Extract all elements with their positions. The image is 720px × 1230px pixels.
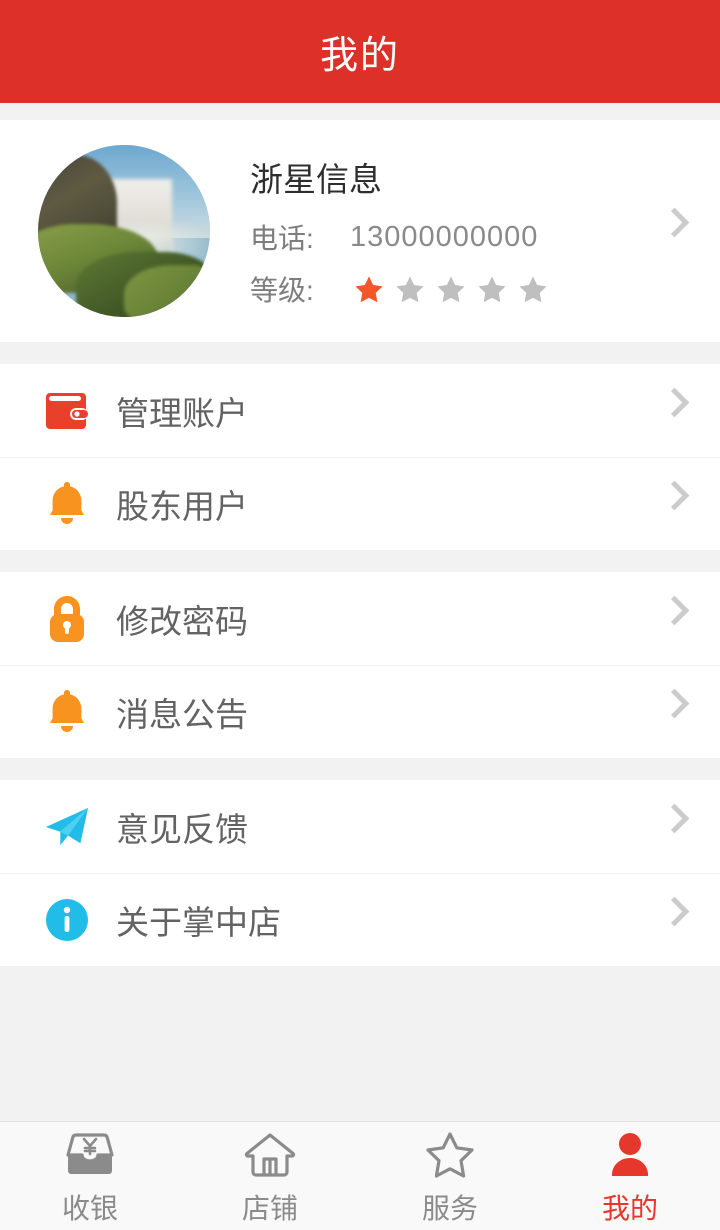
menu-row-change-password[interactable]: 修改密码 xyxy=(0,572,720,665)
menu-row-message-notice[interactable]: 消息公告 xyxy=(0,665,720,758)
bottom-nav: 收银 店铺 服务 我的 xyxy=(0,1121,720,1230)
phone-value: 13000000000 xyxy=(350,220,539,253)
nav-item-label: 收银 xyxy=(61,1192,118,1224)
section-gap xyxy=(0,758,720,780)
menu-row-label: 管理账户 xyxy=(116,394,248,432)
menu-row-label: 关于掌中店 xyxy=(116,903,281,941)
profile-name: 浙星信息 xyxy=(250,161,382,198)
menu-row-label: 消息公告 xyxy=(116,695,248,733)
menu-row-feedback[interactable]: 意见反馈 xyxy=(0,780,720,873)
section-gap xyxy=(0,342,720,364)
star-outline-icon xyxy=(425,1130,475,1180)
lock-icon xyxy=(44,593,90,645)
menu-row-label: 股东用户 xyxy=(116,487,248,525)
chevron-right-icon xyxy=(659,803,690,846)
nav-item-label: 店铺 xyxy=(241,1192,298,1224)
chevron-right-icon xyxy=(659,896,690,939)
profile-row[interactable]: 浙星信息 电话: 13000000000 等级: xyxy=(0,120,720,342)
wallet-icon xyxy=(44,385,90,437)
menu-row-about-app[interactable]: 关于掌中店 xyxy=(0,873,720,966)
level-label: 等级: xyxy=(250,275,314,306)
content-area: 浙星信息 电话: 13000000000 等级: 管理账户 股东用户 修改密码 … xyxy=(0,103,720,1121)
chevron-right-icon xyxy=(659,688,690,731)
paper-plane-icon xyxy=(44,801,90,853)
profile-info: 浙星信息 电话: 13000000000 等级: xyxy=(250,153,664,309)
menu-row-label: 修改密码 xyxy=(116,602,248,640)
nav-item-label: 服务 xyxy=(421,1192,478,1224)
chevron-right-icon xyxy=(659,387,690,430)
nav-item-service[interactable]: 服务 xyxy=(360,1122,540,1230)
chevron-right-icon xyxy=(659,207,690,238)
nav-item-label: 我的 xyxy=(601,1192,658,1224)
cashier-tray-yen-icon xyxy=(64,1130,116,1180)
bell-icon xyxy=(44,478,90,530)
profile-phone: 电话: 13000000000 xyxy=(250,217,664,257)
level-stars xyxy=(354,275,548,304)
profile-level: 等级: xyxy=(250,269,664,309)
spacer-top xyxy=(0,103,720,120)
menu-group-info-group: 意见反馈 关于掌中店 xyxy=(0,780,720,966)
avatar xyxy=(38,145,210,317)
chevron-right-icon xyxy=(659,595,690,638)
app-screen: 我的 浙星信息 电话: 13000000000 等级: 管理账户 股东用户 修改… xyxy=(0,0,720,1230)
chevron-right-icon xyxy=(659,480,690,523)
nav-item-mine[interactable]: 我的 xyxy=(540,1122,720,1230)
menu-row-shareholder-user[interactable]: 股东用户 xyxy=(0,457,720,550)
info-circle-icon xyxy=(44,894,90,946)
home-icon xyxy=(244,1130,296,1180)
menu-row-label: 意见反馈 xyxy=(116,810,248,848)
nav-item-shop[interactable]: 店铺 xyxy=(180,1122,360,1230)
phone-label: 电话: xyxy=(250,223,314,254)
nav-item-cashier[interactable]: 收银 xyxy=(0,1122,180,1230)
menu-group-account-group: 管理账户 股东用户 xyxy=(0,364,720,550)
bell-icon xyxy=(44,686,90,738)
section-gap xyxy=(0,550,720,572)
page-title: 我的 xyxy=(319,35,400,77)
app-header: 我的 xyxy=(0,0,720,103)
menu-row-manage-account[interactable]: 管理账户 xyxy=(0,364,720,457)
profile-chevron xyxy=(659,207,690,250)
menu-groups: 管理账户 股东用户 修改密码 消息公告 意见反馈 关于掌中店 xyxy=(0,342,720,966)
person-icon xyxy=(606,1130,654,1180)
menu-group-security-group: 修改密码 消息公告 xyxy=(0,572,720,758)
